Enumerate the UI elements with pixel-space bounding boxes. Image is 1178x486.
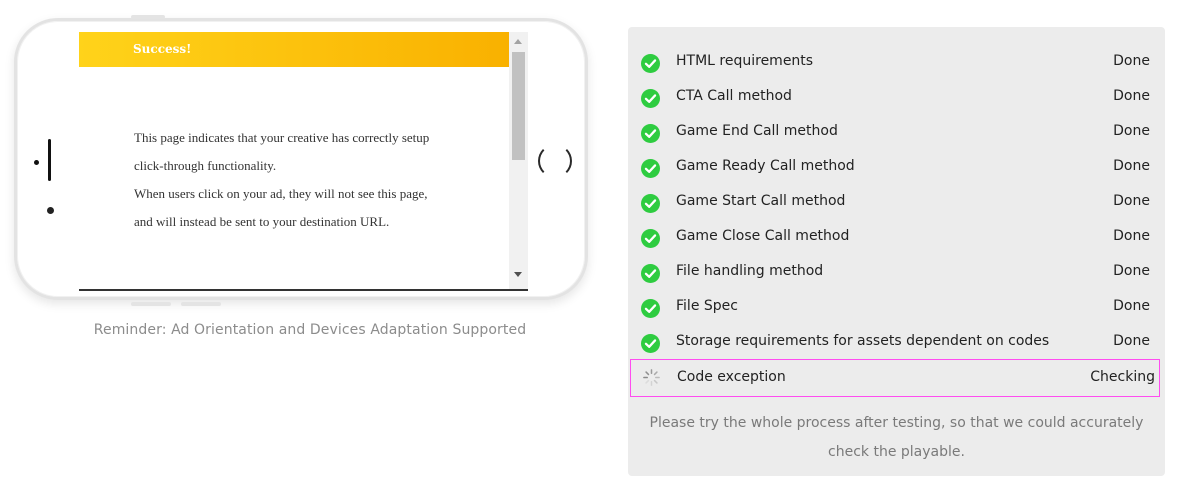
check-status: Done xyxy=(1113,228,1150,244)
phone-side-button xyxy=(131,15,165,19)
check-status: Done xyxy=(1113,158,1150,174)
ad-preview-screen[interactable]: Success! This page indicates that your c… xyxy=(79,32,528,291)
preview-line: click-through functionality. xyxy=(134,158,277,173)
check-label: HTML requirements xyxy=(676,53,814,69)
check-circle-icon xyxy=(641,229,660,248)
check-label: Storage requirements for assets dependen… xyxy=(676,333,1050,349)
check-label: Game Ready Call method xyxy=(676,158,855,174)
check-circle-icon xyxy=(641,159,660,178)
check-status: Done xyxy=(1113,88,1150,104)
testing-note: Please try the whole process after testi… xyxy=(649,415,1144,460)
preview-line: and will instead be sent to your destina… xyxy=(134,214,390,229)
phone-side-button xyxy=(181,302,221,306)
check-status: Done xyxy=(1113,333,1150,349)
check-circle-icon xyxy=(641,54,660,73)
check-circle-icon xyxy=(641,264,660,283)
check-row-cta: CTA Call method Done xyxy=(628,80,1165,115)
phone-preview-frame: Success! This page indicates that your c… xyxy=(14,15,588,306)
phone-speaker xyxy=(48,139,51,181)
phone-side-button xyxy=(131,302,171,306)
check-row-game-ready: Game Ready Call method Done xyxy=(628,150,1165,185)
check-status: Done xyxy=(1113,53,1150,69)
phone-sensor-dot xyxy=(34,160,39,165)
check-row-game-close: Game Close Call method Done xyxy=(628,220,1165,255)
check-status: Done xyxy=(1113,298,1150,314)
check-label: Code exception xyxy=(677,369,786,385)
check-row-file-handling: File handling method Done xyxy=(628,255,1165,290)
success-banner: Success! xyxy=(79,32,509,67)
success-title: Success! xyxy=(133,42,192,56)
check-circle-icon xyxy=(641,194,660,213)
phone-home-button xyxy=(538,144,572,178)
check-status: Done xyxy=(1113,263,1150,279)
preview-line: When users click on your ad, they will n… xyxy=(134,186,428,201)
scroll-thumb[interactable] xyxy=(512,52,525,160)
check-label: File handling method xyxy=(676,263,824,279)
preview-line: This page indicates that your creative h… xyxy=(134,130,430,145)
check-row-storage: Storage requirements for assets dependen… xyxy=(628,325,1165,360)
check-row-game-start: Game Start Call method Done xyxy=(628,185,1165,220)
check-label: CTA Call method xyxy=(676,88,792,104)
check-circle-icon xyxy=(641,299,660,318)
check-row-file-spec: File Spec Done xyxy=(628,290,1165,325)
check-circle-icon xyxy=(641,124,660,143)
check-status: Done xyxy=(1113,123,1150,139)
scroll-down-arrow-icon[interactable] xyxy=(514,272,522,277)
validation-checklist: HTML requirements Done CTA Call method D… xyxy=(628,27,1165,476)
check-row-html: HTML requirements Done xyxy=(628,45,1165,80)
check-label: File Spec xyxy=(676,298,738,314)
phone-camera xyxy=(47,207,54,214)
check-status: Checking xyxy=(1090,369,1155,385)
spinner-icon xyxy=(643,369,660,386)
orientation-reminder: Reminder: Ad Orientation and Devices Ada… xyxy=(93,322,527,338)
check-row-game-end: Game End Call method Done xyxy=(628,115,1165,150)
scroll-up-arrow-icon[interactable] xyxy=(514,39,522,44)
preview-scrollbar[interactable] xyxy=(509,32,528,289)
check-circle-icon xyxy=(641,334,660,353)
check-status: Done xyxy=(1113,193,1150,209)
check-circle-icon xyxy=(641,89,660,108)
check-label: Game Start Call method xyxy=(676,193,846,209)
preview-message: This page indicates that your creative h… xyxy=(134,124,494,236)
check-label: Game Close Call method xyxy=(676,228,850,244)
check-label: Game End Call method xyxy=(676,123,838,139)
check-row-code-exception: Code exception Checking xyxy=(630,359,1160,397)
